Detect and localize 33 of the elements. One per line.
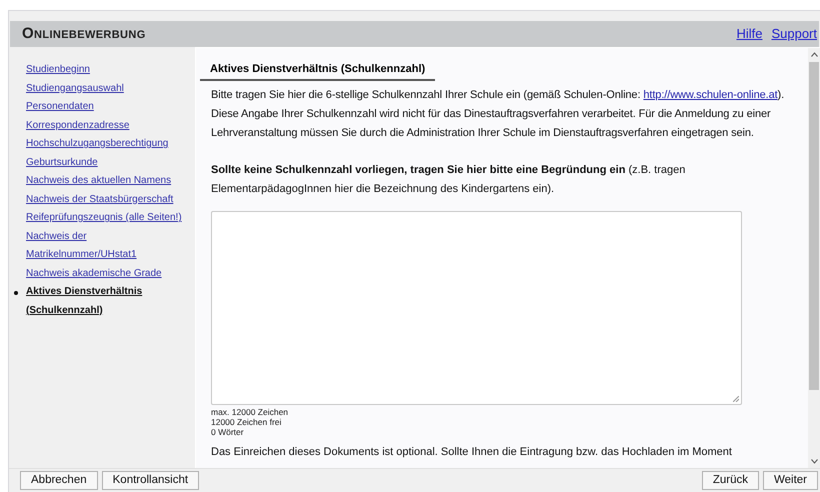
- scrollbar-thumb[interactable]: [809, 62, 819, 390]
- app-title: Onlinebewerbung: [22, 24, 146, 44]
- sidebar-link[interactable]: Nachweis akademische Grade: [26, 264, 191, 283]
- counter-text: 12000 Zeichen frei: [211, 416, 282, 426]
- sidebar-link[interactable]: Nachweis der Staatsbürgerschaft: [26, 190, 191, 209]
- sidebar-link[interactable]: Nachweis des aktuellen Namens: [26, 172, 191, 190]
- sidebar-link[interactable]: Hochschulzugangsberechtigung: [26, 135, 191, 154]
- resize-grip-icon[interactable]: [733, 396, 739, 402]
- intro-paragraph: Bitte tragen Sie hier die 6-stellige Schulkennzahl Ihrer Schule ein (gemäß Schulen-Online: http://www.schulen-online.at). Diese Angabe Ihrer Schulkennzahl wird nicht für das Dinestauftragsverfahren verarbeitet. Für die Anmeldung zu einer Lehrveranstaltung müssen Sie durch die Administration Ihrer Schule im Dienstauftragsverfahren eingetragen sein.: [211, 88, 786, 140]
- footer-button[interactable]: Kontrollansicht: [102, 471, 200, 490]
- footer-button[interactable]: Weiter: [762, 471, 818, 490]
- scroll-down-icon[interactable]: [810, 459, 818, 464]
- website-link[interactable]: http://www.schulen-online.at: [643, 88, 778, 100]
- note-paragraph: Das Einreichen dieses Dokuments ist optional. Sollte Ihnen die Eintragung bzw. das Hochladen im Moment: [211, 444, 733, 460]
- footer-button[interactable]: Zurück: [702, 471, 759, 490]
- counter-text: 0 Wörter: [211, 426, 245, 436]
- sidebar-link[interactable]: Studiengangsauswahl: [26, 80, 191, 98]
- bullet-icon: [14, 291, 18, 295]
- scrollbar[interactable]: [808, 48, 820, 468]
- scroll-up-icon[interactable]: [810, 52, 818, 57]
- header-link[interactable]: Hilfe: [736, 24, 762, 44]
- sidebar-link[interactable]: Reifeprüfungszeugnis (alle Seiten!): [26, 209, 191, 228]
- sidebar-link[interactable]: Nachweis der Matrikelnummer/UHstat1: [26, 228, 191, 264]
- sidebar-link[interactable]: Aktives Dienstverhältnis (Schulkennzahl): [26, 283, 191, 320]
- section-heading: Aktives Dienstverhältnis (Schulkennzahl): [200, 61, 436, 80]
- sidebar-link[interactable]: Geburtsurkunde: [26, 154, 191, 172]
- sidebar-link[interactable]: Personendaten: [26, 98, 191, 116]
- sidebar-link[interactable]: Korrespondenzadresse: [26, 116, 191, 135]
- counter-text: max. 12000 Zeichen: [211, 406, 290, 416]
- header-link[interactable]: Support: [771, 24, 817, 44]
- sidebar-link[interactable]: Studienbeginn: [26, 61, 191, 80]
- footer-button[interactable]: Abbrechen: [20, 471, 98, 490]
- instruction-paragraph: Sollte keine Schulkennzahl vorliegen, tragen Sie hier bitte eine Begründung ein (z.B. tragen ElementarpädagogInnen hier die Bezeichnung des Kindergartens ein).: [211, 162, 686, 196]
